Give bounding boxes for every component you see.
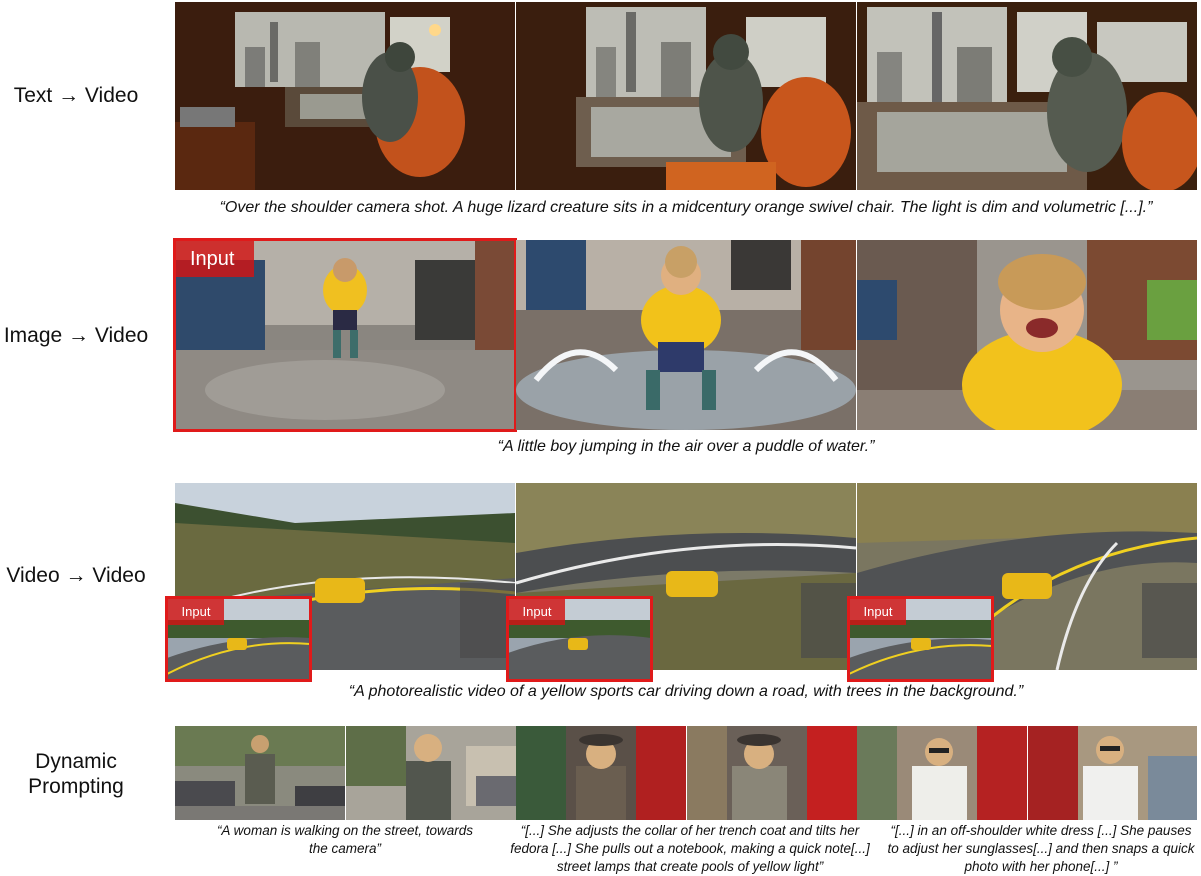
dyn-frame-2 [346, 726, 516, 820]
dyn-frame-1 [175, 726, 345, 820]
row-label-text-to-video: Text → Video [13, 84, 139, 107]
i2v-caption: “A little boy jumping in the air over a … [497, 438, 875, 455]
row-label-dynamic: Dynamic [35, 750, 117, 773]
dyn-frame-3 [516, 726, 686, 820]
dyn-frame-6 [1028, 726, 1197, 820]
v2v-input-tag-1: Input [168, 599, 224, 625]
v2v-caption: “A photorealistic video of a yellow spor… [348, 683, 1024, 700]
t2v-frame-2 [516, 2, 856, 190]
t2v-frame-1 [175, 2, 515, 190]
dyn-caption-3: “[...] in an off-shoulder white dress [.… [887, 823, 1195, 874]
dyn-frame-4 [687, 726, 857, 820]
v2v-input-tag-2: Input [509, 599, 565, 625]
v2v-input-tag-3: Input [850, 599, 906, 625]
i2v-frame-2 [516, 240, 856, 430]
dyn-caption-2: “[...] She adjusts the collar of her tre… [510, 823, 870, 874]
row-label-video-to-video: Video → Video [6, 564, 146, 587]
row-label-dynamic-prompting: Dynamic Prompting [0, 749, 152, 799]
i2v-input-tag: Input [176, 241, 254, 277]
row-label-prompting: Prompting [28, 775, 124, 798]
dyn-frame-5 [857, 726, 1027, 820]
i2v-frame-3 [857, 240, 1197, 430]
row-label-image-to-video: Image → Video [3, 324, 149, 347]
t2v-frame-3 [857, 2, 1197, 190]
t2v-caption: “Over the shoulder camera shot. A huge l… [219, 199, 1153, 216]
dyn-caption-1: “A woman is walking on the street, towar… [216, 823, 474, 856]
